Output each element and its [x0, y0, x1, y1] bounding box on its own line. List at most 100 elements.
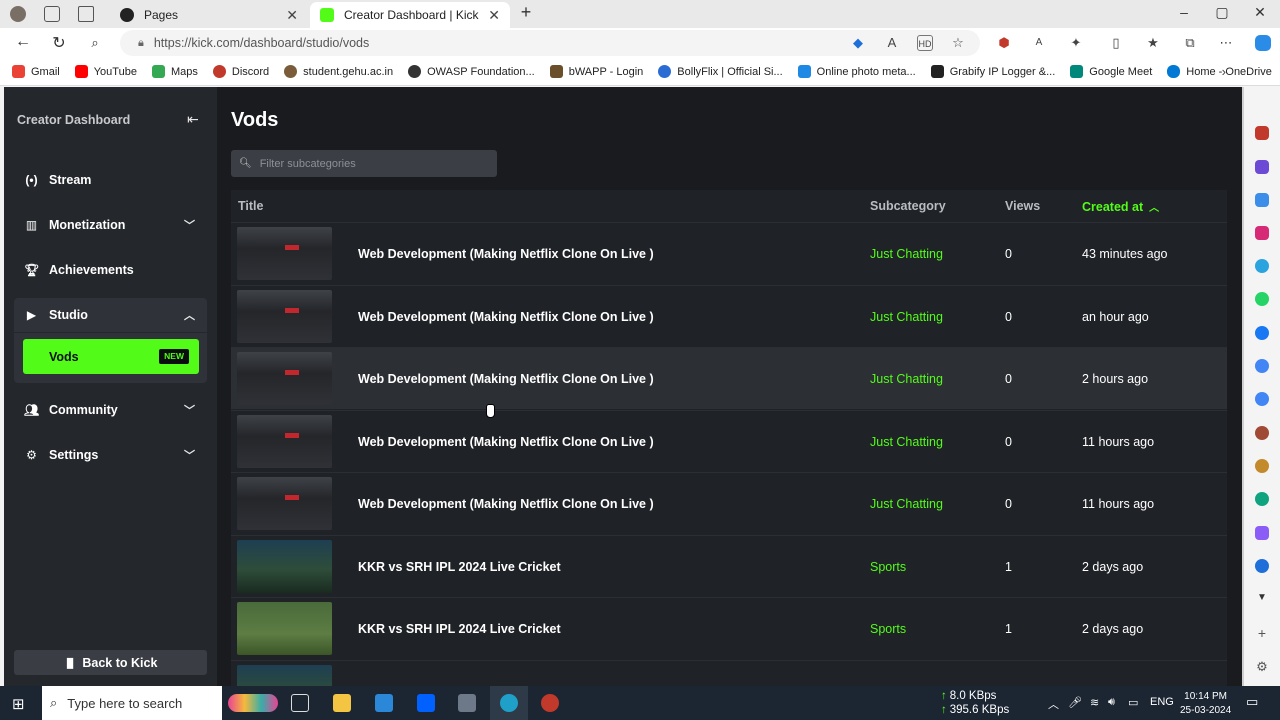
recorder-app-icon[interactable] [541, 694, 559, 712]
vod-thumbnail[interactable] [237, 665, 332, 686]
column-title[interactable]: Title [238, 199, 263, 213]
filter-subcategories-input[interactable] [259, 157, 490, 170]
vod-subcategory[interactable]: Just Chatting [870, 497, 943, 511]
bookmark-maps[interactable]: Maps [151, 65, 198, 78]
google-alt-icon[interactable] [1255, 392, 1269, 406]
vod-subcategory[interactable]: Just Chatting [870, 310, 943, 324]
hd-icon[interactable]: HD [917, 35, 933, 51]
back-to-kick-button[interactable]: ▐▌ Back to Kick [14, 650, 207, 675]
bookmark-owasp[interactable]: OWASP Foundation... [408, 65, 535, 78]
telegram-icon[interactable] [1255, 259, 1269, 273]
games-icon[interactable] [1255, 160, 1269, 174]
favorite-star-icon[interactable]: ☆ [950, 35, 966, 51]
wifi-icon[interactable]: ≋ [1090, 696, 1099, 709]
table-row[interactable]: Web Development (Making Netflix Clone On… [231, 285, 1227, 347]
language-indicator[interactable]: ENG [1150, 696, 1174, 708]
table-row[interactable]: Web Development (Making Netflix Clone On… [231, 222, 1227, 284]
extensions-icon[interactable]: ✦ [1068, 35, 1084, 51]
vod-thumbnail[interactable] [237, 477, 332, 530]
read-aloud-icon[interactable]: A [884, 35, 900, 51]
sidebar-settings-icon[interactable]: ⚙ [1255, 660, 1269, 674]
vod-title[interactable]: Web Development (Making Netflix Clone On… [358, 372, 654, 386]
maximize-icon[interactable]: ▢ [1212, 4, 1232, 21]
close-window-icon[interactable]: ✕ [1250, 4, 1270, 21]
vod-thumbnail[interactable] [237, 540, 332, 593]
bookmark-student-gehu[interactable]: student.gehu.ac.in [284, 65, 393, 78]
sidebar-item-settings[interactable]: ⚙ Settings ﹀ [14, 438, 207, 472]
favorites-icon[interactable]: ★ [1145, 35, 1161, 51]
windows-start-icon[interactable]: ⊞ [12, 695, 25, 713]
table-row[interactable]: KKR vs SRH IPL 2024 Live Cricket Sports … [231, 535, 1227, 597]
show-hidden-icons-icon[interactable]: ︿ [1048, 696, 1059, 712]
back-arrow-icon[interactable]: ← [12, 33, 34, 51]
g-app-icon[interactable] [1255, 459, 1269, 473]
table-row[interactable]: Web Development (Making Netflix Clone On… [231, 410, 1227, 472]
minimize-icon[interactable]: – [1174, 4, 1194, 20]
bookmark-onedrive[interactable]: Home - OneDrive [1167, 65, 1272, 78]
vod-thumbnail[interactable] [237, 227, 332, 280]
tools-icon[interactable] [1255, 126, 1269, 140]
facebook-icon[interactable] [1255, 326, 1269, 340]
vod-subcategory[interactable]: Sports [870, 622, 906, 636]
tab-close-icon[interactable]: ✕ [286, 7, 298, 24]
sidebar-item-community[interactable]: 👥︎ Community ﹀ [14, 393, 207, 427]
search-icon[interactable]: ⌕ [84, 35, 106, 51]
whatsapp-icon[interactable] [1255, 292, 1269, 306]
more-menu-icon[interactable]: ⋯ [1218, 35, 1234, 51]
translate-icon[interactable]: A [1031, 35, 1047, 51]
vod-subcategory[interactable]: Just Chatting [870, 372, 943, 386]
volume-icon[interactable]: 🔊︎ [1108, 696, 1115, 709]
notifications-icon[interactable]: ▭ [1246, 694, 1258, 710]
bookmark-youtube[interactable]: YouTube [74, 65, 137, 78]
mail-icon[interactable] [375, 694, 393, 712]
c-app-icon[interactable] [1255, 559, 1269, 573]
task-view-icon[interactable] [291, 694, 309, 712]
dropbox-icon[interactable] [417, 694, 435, 712]
wand-icon[interactable] [1255, 526, 1269, 540]
vod-thumbnail[interactable] [237, 290, 332, 343]
send-icon[interactable] [1255, 193, 1269, 207]
column-views[interactable]: Views [1005, 199, 1040, 213]
add-sidebar-app-icon[interactable]: + [1255, 626, 1269, 640]
column-subcategory[interactable]: Subcategory [870, 199, 946, 213]
battery-icon[interactable]: ▭ [1128, 696, 1138, 709]
camera-icon[interactable] [458, 694, 476, 712]
chatgpt-icon[interactable] [1255, 492, 1269, 506]
vod-title[interactable]: Web Development (Making Netflix Clone On… [358, 247, 654, 261]
vod-title[interactable]: Web Development (Making Netflix Clone On… [358, 497, 654, 511]
vod-subcategory[interactable]: Just Chatting [870, 435, 943, 449]
shield-tag-icon[interactable]: ◆ [850, 35, 866, 51]
new-tab-button[interactable]: + [516, 2, 536, 23]
bookmark-bollyflix[interactable]: BollyFlix | Official Si... [658, 65, 783, 78]
workspaces-icon[interactable] [44, 6, 60, 22]
bookmark-grabify[interactable]: Grabify IP Logger &... [930, 65, 1055, 78]
google-icon[interactable] [1255, 359, 1269, 373]
sidebar-item-monetization[interactable]: ▥ Monetization ﹀ [14, 208, 207, 242]
table-row[interactable] [231, 660, 1227, 686]
table-row[interactable]: KKR vs SRH IPL 2024 Live Cricket Sports … [231, 597, 1227, 659]
profile-app-icon[interactable] [1255, 426, 1269, 440]
sidebar-item-stream[interactable]: (•) Stream [14, 163, 207, 197]
file-explorer-icon[interactable] [333, 694, 351, 712]
vod-title[interactable]: KKR vs SRH IPL 2024 Live Cricket [358, 622, 561, 636]
vod-thumbnail[interactable] [237, 602, 332, 655]
bookmark-photo-meta[interactable]: Online photo meta... [797, 65, 916, 78]
bookmark-discord[interactable]: Discord [212, 65, 269, 78]
vod-subcategory[interactable]: Just Chatting [870, 247, 943, 261]
extension-shield-icon[interactable]: ⬢ [996, 35, 1012, 51]
tab-pages[interactable]: Pages ✕ [110, 2, 308, 28]
column-created-at[interactable]: Created at ︿ [1082, 199, 1159, 214]
tab-creator-dashboard[interactable]: Creator Dashboard | Kick ✕ [310, 2, 510, 28]
bookmark-google-meet[interactable]: Google Meet [1070, 65, 1152, 78]
table-row[interactable]: Web Development (Making Netflix Clone On… [231, 347, 1227, 409]
bookmark-bwapp[interactable]: bWAPP - Login [549, 65, 643, 78]
page-scrollbar[interactable] [1242, 87, 1244, 686]
microphone-icon[interactable]: 🎤︎ [1068, 696, 1082, 709]
vod-title[interactable]: KKR vs SRH IPL 2024 Live Cricket [358, 560, 561, 574]
sidebar-item-studio[interactable]: ▶ Studio ︿ [14, 298, 207, 332]
taskbar-search[interactable]: ⌕ Type here to search [42, 686, 222, 720]
bookmarks-overflow-icon[interactable]: › [1222, 64, 1226, 79]
vod-title[interactable]: Web Development (Making Netflix Clone On… [358, 435, 654, 449]
sidebar-item-vods[interactable]: Vods NEW [23, 339, 199, 374]
sidebar-item-achievements[interactable]: 🏆︎ Achievements [14, 253, 207, 287]
